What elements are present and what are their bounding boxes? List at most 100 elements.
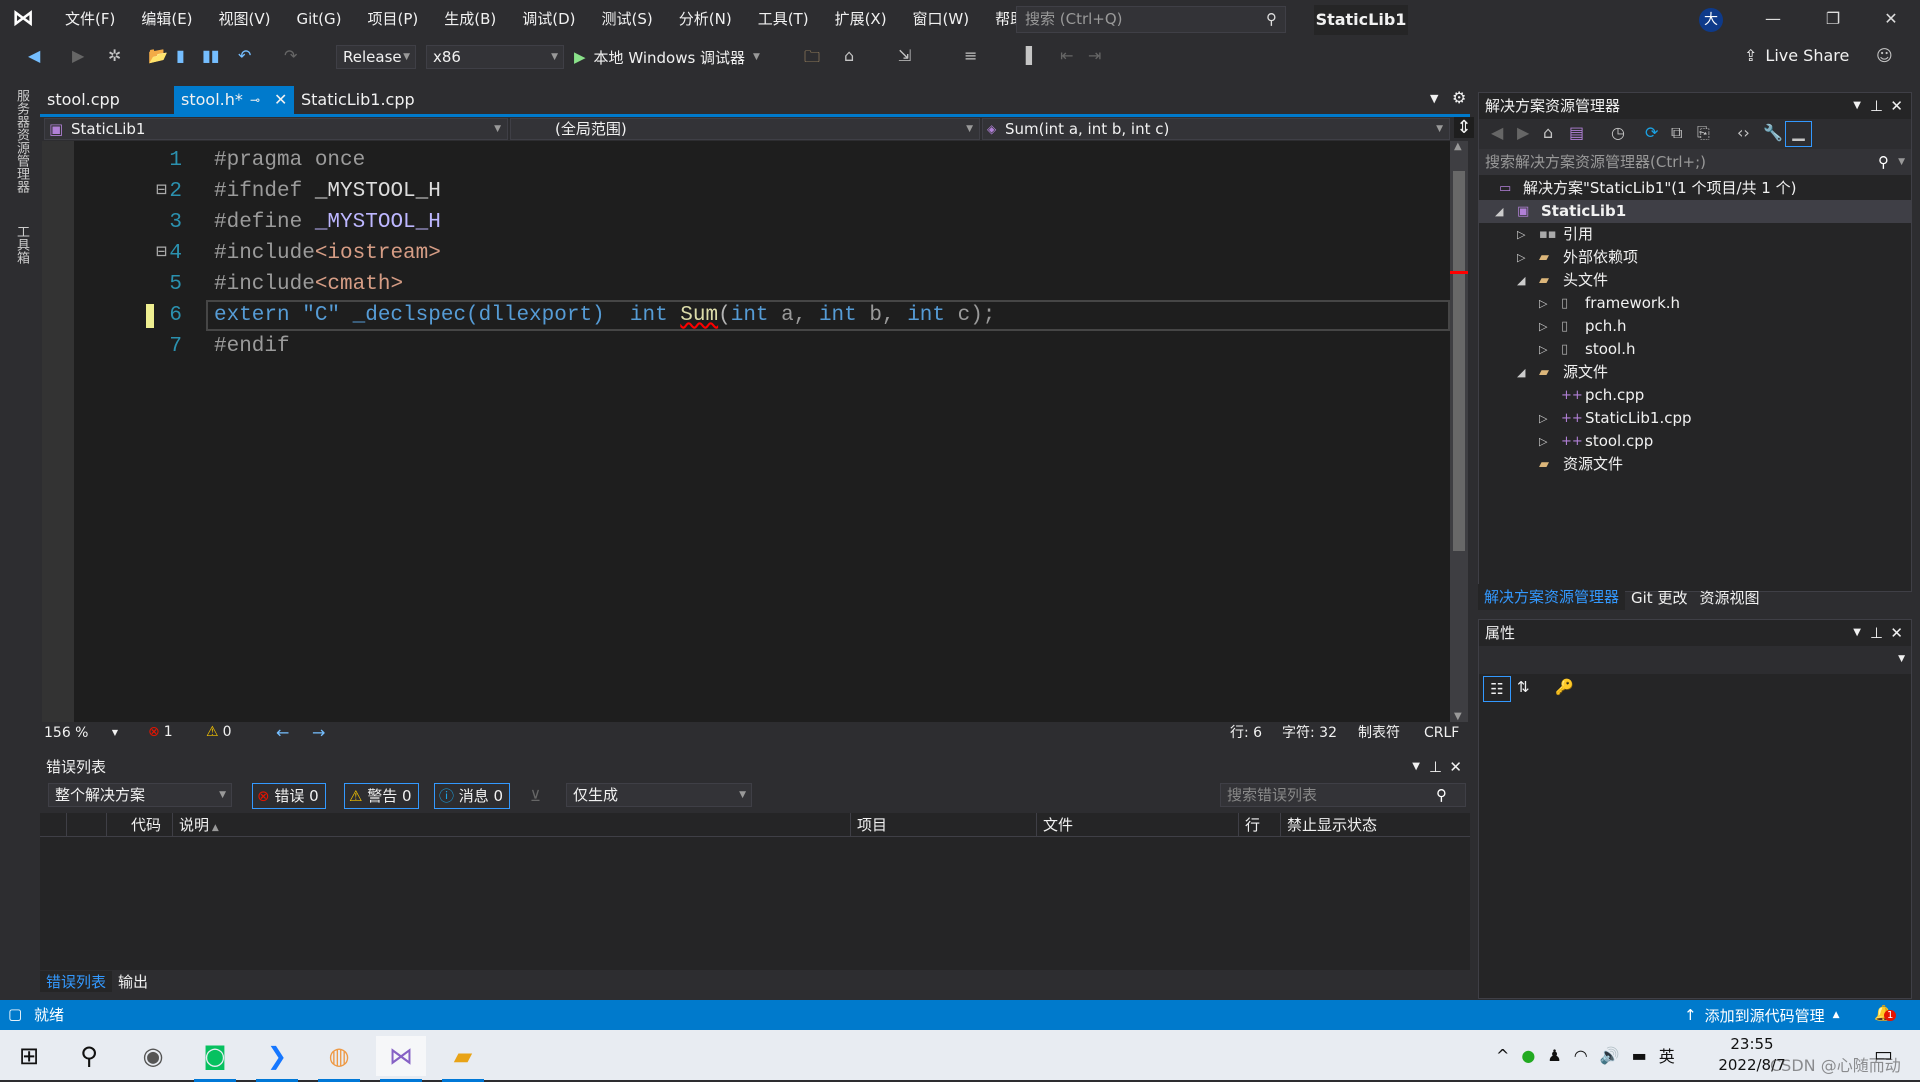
save-icon[interactable]: ▮ (176, 46, 185, 65)
next-bookmark-icon[interactable]: ⇥ (1088, 46, 1101, 65)
panel-menu-icon[interactable]: ▼ (1412, 755, 1420, 779)
tree-item[interactable]: ◢ ▰ 头文件 (1479, 269, 1911, 292)
collapsed-arrow-icon[interactable]: ▷ (1517, 246, 1525, 269)
show-all-files-icon[interactable]: ⎘ (1697, 123, 1710, 143)
tree-item[interactable]: ▷ ▯ stool.h (1479, 338, 1911, 361)
menu-item[interactable]: 生成(B) (431, 0, 509, 38)
chevron-up-icon[interactable]: ^ (1496, 1046, 1509, 1065)
close-panel-icon[interactable]: ✕ (1890, 93, 1903, 119)
errors-filter-button[interactable]: ⊗ 错误 0 (252, 783, 326, 809)
tab-stool-cpp[interactable]: stool.cpp (40, 86, 174, 114)
step-icon[interactable]: ⇲ (898, 46, 911, 65)
tree-item[interactable]: ▷ ▪▪ 引用 (1479, 223, 1911, 246)
code-line[interactable]: 4 ⊟ #include<iostream> (42, 238, 1450, 269)
warnings-filter-button[interactable]: ⚠ 警告 0 (344, 783, 419, 809)
scroll-down-icon[interactable]: ▼ (1454, 711, 1462, 722)
column-icon[interactable] (66, 813, 106, 837)
pending-changes-icon[interactable]: ◷ (1611, 123, 1625, 142)
battery-icon[interactable]: ▬ (1632, 1046, 1647, 1065)
collapse-all-icon[interactable]: ⧉ (1671, 123, 1682, 143)
menu-item[interactable]: 工具(T) (745, 0, 822, 38)
split-editor-icon[interactable]: ⇕ (1454, 117, 1474, 138)
tree-item[interactable]: ▷ ++ StaticLib1.cpp (1479, 407, 1911, 430)
clear-filter-icon[interactable]: ⊻ (530, 787, 541, 805)
pin-icon[interactable]: ⊥ (1870, 93, 1883, 119)
add-to-source-control-button[interactable]: ↑ 添加到源代码管理 ▲ (1684, 1000, 1840, 1030)
wifi-icon[interactable]: ◠ (1574, 1046, 1588, 1065)
collapsed-arrow-icon[interactable]: ▷ (1539, 315, 1547, 338)
collapsed-arrow-icon[interactable]: ▷ (1539, 338, 1547, 361)
warning-count[interactable]: ⚠ 0 (206, 724, 231, 740)
save-all-icon[interactable]: ▮▮ (202, 46, 220, 65)
open-folder-icon[interactable]: 📂 (148, 46, 168, 65)
collapsed-arrow-icon[interactable]: ▷ (1539, 430, 1547, 453)
member-dropdown[interactable]: ◈ Sum(int a, int b, int c) ▼ (982, 118, 1450, 140)
code-line[interactable]: 3 #define _MYSTOOL_H (42, 207, 1450, 238)
build-filter-select[interactable]: 仅生成 ▼ (566, 783, 752, 807)
scrollbar-thumb[interactable] (1453, 171, 1465, 551)
close-tab-icon[interactable]: ✕ (274, 86, 287, 114)
comment-icon[interactable]: ≡ (964, 46, 977, 65)
configuration-select[interactable]: Release ▼ (336, 45, 416, 69)
wechat-icon[interactable]: ◙ (190, 1036, 240, 1082)
tab-output[interactable]: 输出 (112, 971, 154, 992)
scroll-up-icon[interactable]: ▲ (1454, 141, 1462, 152)
expanded-arrow-icon[interactable]: ◢ (1517, 269, 1525, 292)
tab-error-list[interactable]: 错误列表 (40, 970, 113, 992)
panel-menu-icon[interactable]: ▼ (1853, 620, 1861, 646)
find-in-files-icon[interactable]: 🗀 (804, 46, 820, 73)
error-count[interactable]: ⊗ 1 (148, 724, 173, 740)
tab-stool-h[interactable]: stool.h* ⊸ ✕ (174, 86, 294, 114)
bookmark-icon[interactable]: ▌ (1026, 46, 1038, 65)
menu-item[interactable]: 测试(S) (589, 0, 666, 38)
browser-icon[interactable]: ⌂ (844, 46, 854, 65)
forward-icon[interactable]: ▶ (1517, 123, 1529, 142)
avatar[interactable]: 大 (1699, 8, 1723, 32)
platform-select[interactable]: x86 ▼ (426, 45, 564, 69)
tree-item[interactable]: ▷ ▯ framework.h (1479, 292, 1911, 315)
column-line[interactable]: 行 (1238, 813, 1280, 837)
visual-studio-logo-icon[interactable]: ⋈ (12, 6, 40, 32)
tree-item[interactable]: ++ pch.cpp (1479, 384, 1911, 407)
menu-item[interactable]: 编辑(E) (128, 0, 205, 38)
code-line[interactable]: 2 ⊟ #ifndef _MYSTOOL_H (42, 176, 1450, 207)
visual-studio-icon[interactable]: ⋈ (376, 1036, 426, 1082)
scope-dropdown[interactable]: (全局范围) ▼ (510, 118, 980, 140)
tab-list-dropdown-icon[interactable]: ▼ (1430, 92, 1438, 105)
browser-icon[interactable]: ◍ (314, 1036, 364, 1082)
switch-views-icon[interactable]: ▤ (1569, 123, 1584, 142)
undo-icon[interactable]: ↶ (238, 46, 251, 65)
vertical-scrollbar[interactable]: ▲ ▼ (1450, 141, 1468, 722)
indent-mode[interactable]: 制表符 (1358, 722, 1400, 744)
close-panel-icon[interactable]: ✕ (1890, 620, 1903, 646)
column-file[interactable]: 文件 (1036, 813, 1222, 837)
close-window-button[interactable]: ✕ (1862, 0, 1920, 38)
file-explorer-icon[interactable]: ▰ (438, 1036, 488, 1082)
column-project[interactable]: 项目 (850, 813, 1036, 837)
gear-icon[interactable]: ⚙ (1452, 88, 1466, 107)
wechat-tray-icon[interactable]: ● (1521, 1046, 1535, 1065)
feedback-icon[interactable]: ☺ (1876, 46, 1893, 65)
tree-item[interactable]: ▰ 资源文件 (1479, 453, 1911, 476)
app-blue-icon[interactable]: ❯ (252, 1036, 302, 1082)
panel-menu-icon[interactable]: ▼ (1853, 93, 1861, 119)
new-project-icon[interactable]: ✲ (108, 46, 121, 65)
tree-item[interactable]: ▷ ▰ 外部依赖项 (1479, 246, 1911, 269)
code-line[interactable]: 6 extern "C" _declspec(dllexport) int Sum… (42, 300, 1450, 331)
previous-issue-icon[interactable]: ← (276, 722, 289, 744)
scope-filter-select[interactable]: 整个解决方案 ▼ (48, 783, 232, 807)
menu-item[interactable]: 视图(V) (206, 0, 284, 38)
error-search-input[interactable]: 搜索错误列表 ⚲ (1220, 783, 1466, 807)
search-input[interactable]: 搜索 (Ctrl+Q) ⚲ (1016, 6, 1286, 33)
back-icon[interactable]: ◀ (28, 46, 40, 65)
messages-filter-button[interactable]: ⓘ 消息 0 (434, 783, 511, 809)
home-icon[interactable]: ⌂ (1543, 123, 1553, 142)
pin-icon[interactable]: ⊥ (1870, 620, 1883, 646)
close-panel-icon[interactable]: ✕ (1449, 755, 1462, 779)
menu-item[interactable]: Git(G) (284, 0, 355, 38)
fold-toggle-icon[interactable]: ⊟ (156, 176, 167, 207)
refresh-icon[interactable]: ⟳ (1645, 123, 1658, 142)
line-ending[interactable]: CRLF (1424, 722, 1459, 744)
tree-item[interactable]: ▷ ++ stool.cpp (1479, 430, 1911, 453)
redo-icon[interactable]: ↷ (284, 46, 297, 65)
